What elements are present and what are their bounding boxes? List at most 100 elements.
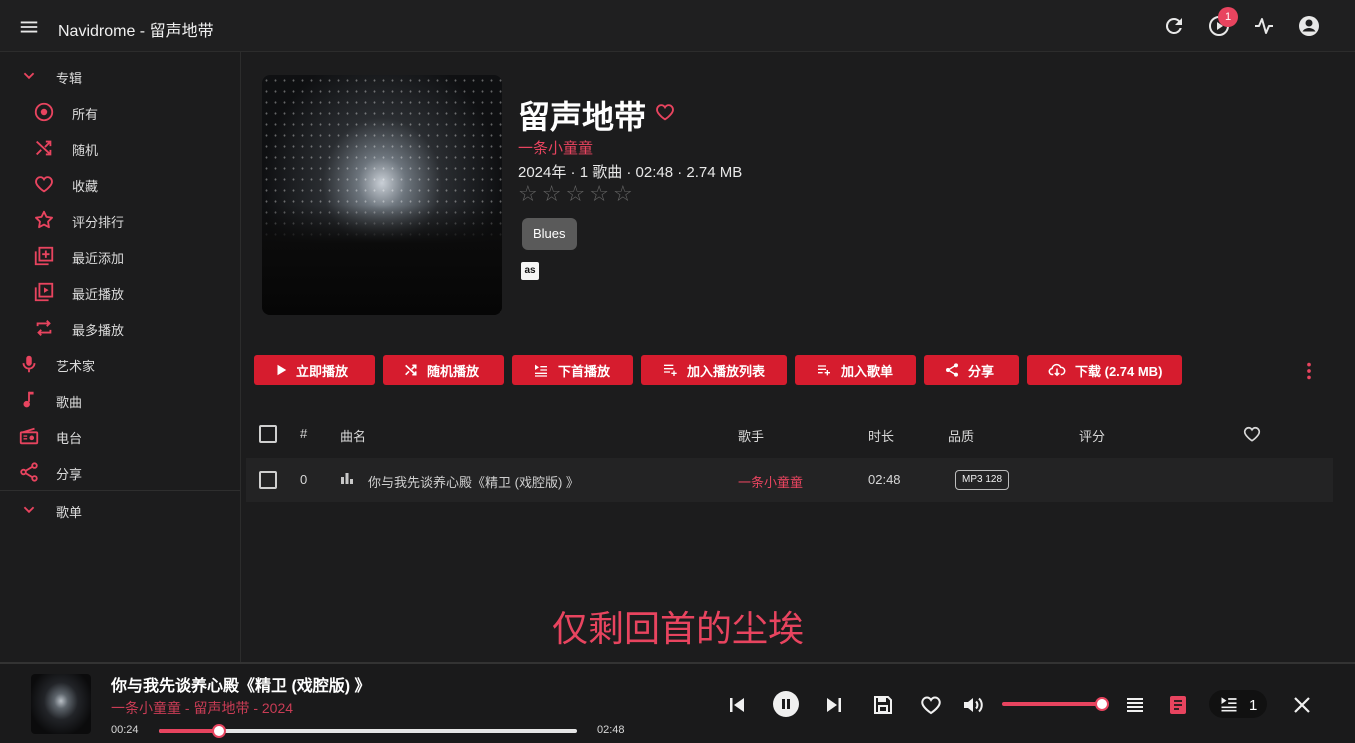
sidebar-section-label: 歌单 bbox=[56, 505, 83, 520]
lyrics-icon[interactable] bbox=[1166, 693, 1190, 717]
album-cover[interactable] bbox=[262, 75, 502, 315]
disc-icon bbox=[33, 101, 55, 123]
column-header-title[interactable]: 曲名 bbox=[340, 426, 366, 445]
play-icon bbox=[277, 364, 287, 376]
sidebar-item-label: 歌曲 bbox=[56, 395, 83, 410]
volume-icon[interactable] bbox=[961, 693, 985, 717]
sidebar-item-favorites[interactable]: 收藏 bbox=[0, 166, 240, 202]
column-header-heart-icon[interactable] bbox=[1242, 424, 1262, 444]
app-title: Navidrome - 留声地带 bbox=[58, 23, 214, 40]
star-icon bbox=[33, 209, 55, 231]
sidebar-item-random[interactable]: 随机 bbox=[0, 130, 240, 166]
column-header-quality[interactable]: 品质 bbox=[948, 426, 974, 445]
progress-handle[interactable] bbox=[211, 724, 226, 738]
playlist-lines-icon[interactable] bbox=[1123, 693, 1147, 717]
sidebar-item-label: 艺术家 bbox=[56, 359, 96, 374]
star-icon[interactable]: ☆ bbox=[518, 183, 538, 205]
star-icon[interactable]: ☆ bbox=[542, 183, 562, 205]
playlist-plus-icon bbox=[818, 365, 830, 376]
queue-count: 1 bbox=[1249, 697, 1258, 714]
repeat-icon bbox=[33, 317, 55, 339]
save-queue-icon[interactable] bbox=[871, 693, 895, 717]
share-button[interactable]: 分享 bbox=[924, 355, 1019, 385]
sidebar-item-top-rated[interactable]: 评分排行 bbox=[0, 202, 240, 238]
track-number: 0 bbox=[300, 472, 308, 487]
shuffle-icon bbox=[405, 364, 417, 376]
skip-next-icon[interactable] bbox=[822, 693, 846, 717]
sidebar-section-playlists[interactable]: 歌单 bbox=[0, 492, 240, 528]
genre-chip[interactable]: Blues bbox=[522, 218, 577, 250]
column-header-num[interactable]: # bbox=[300, 426, 307, 441]
column-header-artist[interactable]: 歌手 bbox=[738, 426, 764, 445]
refresh-icon[interactable] bbox=[1162, 14, 1186, 38]
sidebar-item-all[interactable]: 所有 bbox=[0, 94, 240, 130]
sidebar-item-recently-added[interactable]: 最近添加 bbox=[0, 238, 240, 274]
total-time: 02:48 bbox=[597, 724, 625, 736]
close-icon[interactable] bbox=[1290, 693, 1314, 717]
volume-slider[interactable] bbox=[1002, 702, 1102, 706]
download-button[interactable]: 下载 (2.74 MB) bbox=[1027, 355, 1182, 385]
star-icon[interactable]: ☆ bbox=[565, 183, 585, 205]
cloud-download-icon bbox=[1048, 363, 1066, 377]
chevron-down-icon bbox=[18, 499, 40, 521]
album-artist-link[interactable]: 一条小童童 bbox=[518, 137, 593, 158]
favorite-heart-icon[interactable] bbox=[919, 693, 943, 717]
column-header-duration[interactable]: 时长 bbox=[868, 426, 894, 445]
sidebar-item-recently-played[interactable]: 最近播放 bbox=[0, 274, 240, 310]
shuffle-play-button[interactable]: 随机播放 bbox=[383, 355, 504, 385]
account-icon[interactable] bbox=[1297, 14, 1321, 38]
heart-icon bbox=[33, 173, 55, 195]
track-title: 你与我先谈养心殿《精卫 (戏腔版) 》 bbox=[368, 475, 579, 490]
sidebar-item-label: 评分排行 bbox=[72, 215, 125, 230]
player-track-subtitle[interactable]: 一条小童童 - 留声地带 - 2024 bbox=[111, 698, 293, 718]
chevron-down-icon bbox=[18, 65, 40, 87]
queue-icon bbox=[1221, 697, 1237, 712]
sidebar-item-label: 最近播放 bbox=[72, 287, 125, 302]
play-now-button[interactable]: 立即播放 bbox=[254, 355, 375, 385]
sidebar-item-shares[interactable]: 分享 bbox=[0, 454, 240, 490]
lastfm-icon[interactable]: as bbox=[521, 262, 539, 280]
add-to-playlist-button[interactable]: 加入歌单 bbox=[795, 355, 916, 385]
shuffle-icon bbox=[33, 137, 55, 159]
track-artist-link[interactable]: 一条小童童 bbox=[738, 472, 803, 491]
player-cover[interactable] bbox=[31, 674, 91, 734]
sidebar-item-most-played[interactable]: 最多播放 bbox=[0, 310, 240, 346]
sidebar-item-artists[interactable]: 艺术家 bbox=[0, 346, 240, 382]
sidebar-section-albums[interactable]: 专辑 bbox=[0, 58, 240, 94]
star-icon[interactable]: ☆ bbox=[613, 183, 633, 205]
pause-icon bbox=[773, 691, 799, 717]
sidebar-divider bbox=[0, 490, 240, 491]
sidebar-item-radio[interactable]: 电台 bbox=[0, 418, 240, 454]
play-next-button[interactable]: 下首播放 bbox=[512, 355, 633, 385]
select-all-checkbox[interactable] bbox=[259, 425, 277, 443]
more-vert-icon[interactable] bbox=[1298, 360, 1320, 382]
sidebar-item-label: 随机 bbox=[72, 143, 99, 158]
sidebar-item-label: 最多播放 bbox=[72, 323, 125, 338]
current-lyric: 仅剩回首的尘埃 bbox=[552, 608, 805, 649]
mic-icon bbox=[18, 353, 40, 375]
star-icon[interactable]: ☆ bbox=[589, 183, 609, 205]
sidebar-item-label: 最近添加 bbox=[72, 251, 125, 266]
sidebar: 专辑 所有 随机 收藏 评分排行 最近添加 最近播放 最多播放 艺术家 歌曲 电… bbox=[0, 52, 241, 662]
sidebar-section-label: 专辑 bbox=[56, 71, 83, 86]
hamburger-icon[interactable] bbox=[18, 16, 40, 38]
playlist-add-icon bbox=[664, 364, 677, 376]
skip-previous-icon[interactable] bbox=[725, 693, 749, 717]
sidebar-item-songs[interactable]: 歌曲 bbox=[0, 382, 240, 418]
pause-button[interactable] bbox=[772, 690, 800, 718]
add-to-queue-button[interactable]: 加入播放列表 bbox=[641, 355, 787, 385]
column-header-rating[interactable]: 评分 bbox=[1079, 426, 1105, 445]
activity-icon[interactable] bbox=[1252, 14, 1276, 38]
quality-badge: MP3 128 bbox=[955, 470, 1010, 490]
queue-button[interactable] bbox=[1209, 690, 1267, 718]
library-add-icon bbox=[33, 245, 55, 267]
row-checkbox[interactable] bbox=[259, 471, 277, 489]
player-track-title: 你与我先谈养心殿《精卫 (戏腔版) 》 bbox=[111, 678, 371, 695]
volume-handle[interactable] bbox=[1095, 697, 1109, 711]
album-meta: 2024年 · 1 歌曲 · 02:48 · 2.74 MB bbox=[518, 164, 743, 181]
play-next-icon bbox=[535, 364, 547, 377]
sidebar-item-label: 所有 bbox=[72, 107, 99, 122]
share-icon bbox=[946, 363, 958, 377]
heart-icon[interactable] bbox=[654, 101, 676, 123]
sidebar-item-label: 电台 bbox=[56, 431, 83, 446]
